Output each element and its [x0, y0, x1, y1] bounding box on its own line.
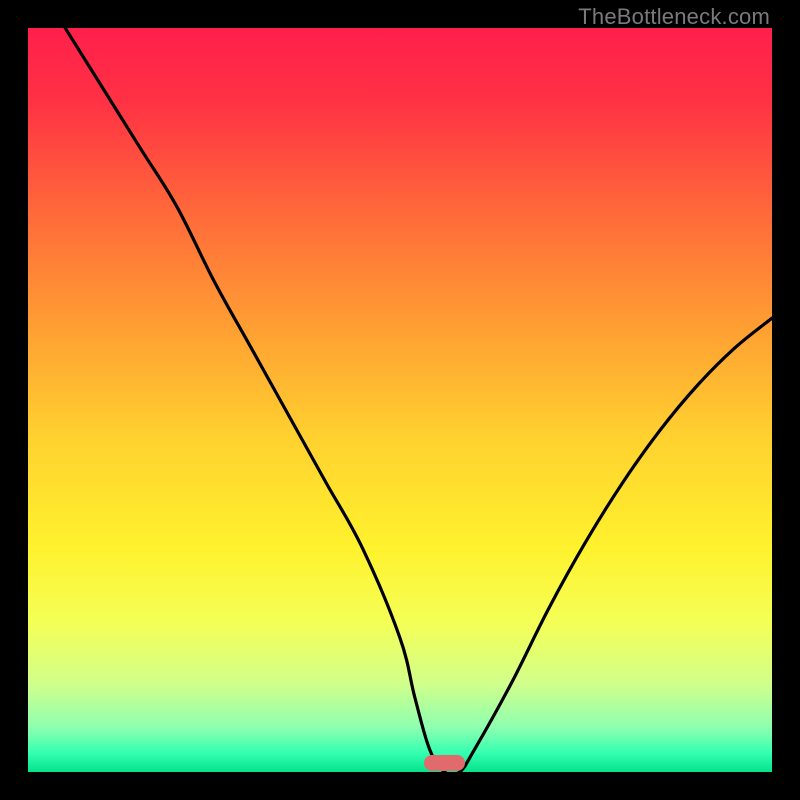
plot-area — [28, 28, 772, 772]
bottleneck-curve — [28, 28, 772, 772]
chart-frame: TheBottleneck.com — [0, 0, 800, 800]
watermark-text: TheBottleneck.com — [578, 4, 770, 30]
optimal-range-marker — [424, 755, 465, 771]
